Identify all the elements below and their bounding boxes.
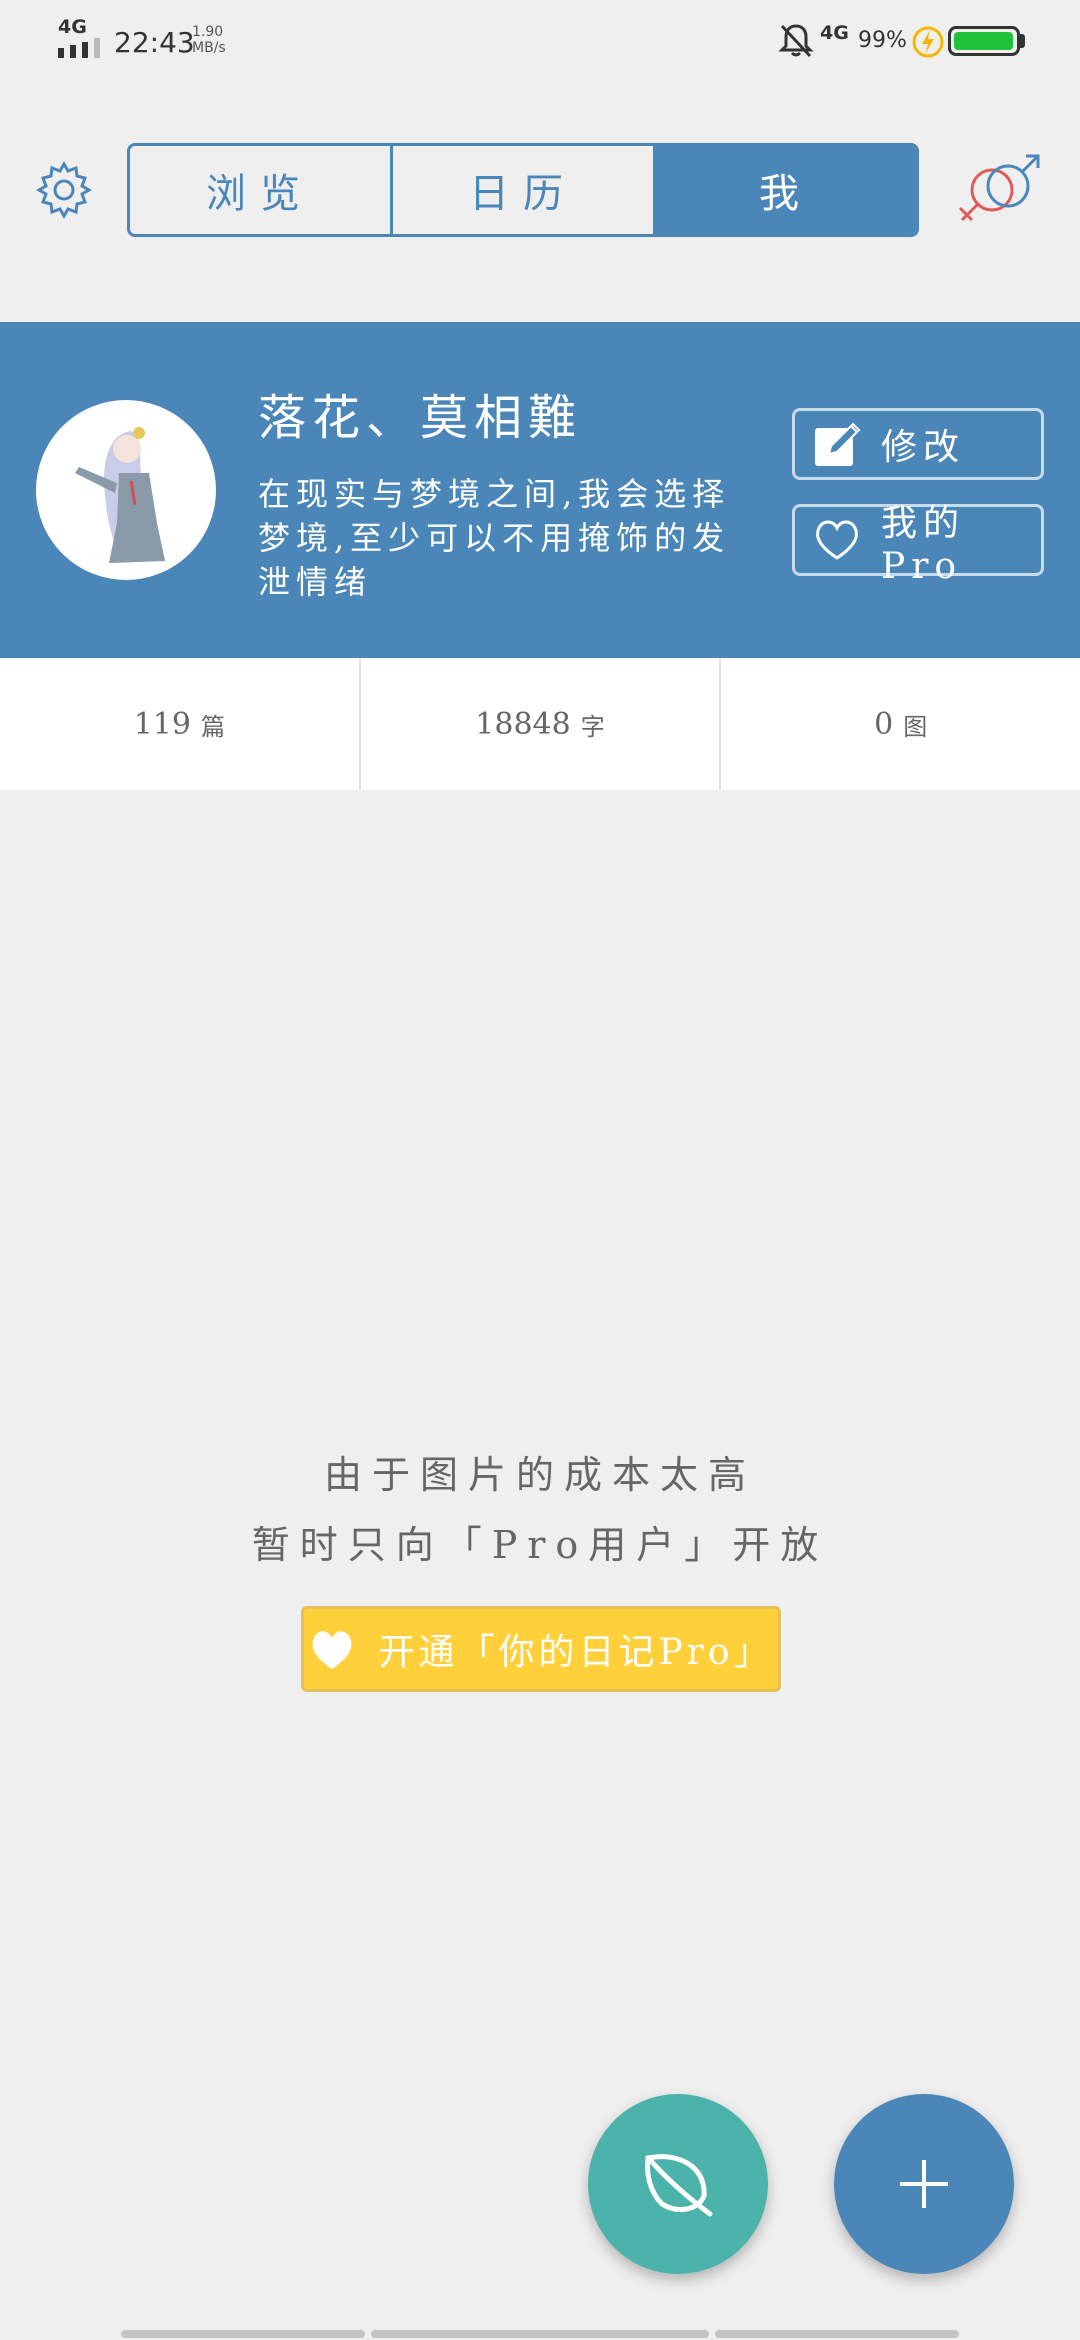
network-speed: 1.90 MB/s [192, 24, 242, 56]
stat-entries-value: 119 [133, 706, 191, 742]
avatar-illustration [39, 403, 213, 577]
battery-cap [1020, 34, 1025, 48]
battery-percent: 99% [858, 28, 907, 53]
gesture-bar-right[interactable] [715, 2330, 959, 2338]
gesture-bar-center[interactable] [371, 2330, 709, 2338]
plus-icon [900, 2160, 948, 2208]
tab-browse[interactable]: 浏览 [130, 146, 390, 234]
empty-message-line2: 暂时只向「Pro用户」开放 [251, 1523, 829, 1567]
network-type-secondary: 4G [820, 22, 849, 44]
charging-icon [912, 26, 944, 58]
signal-icon [58, 38, 100, 58]
add-button[interactable] [834, 2094, 1014, 2274]
stat-entries[interactable]: 119 篇 [0, 658, 359, 790]
leaf-icon [645, 2154, 713, 2217]
main-tabs: 浏览 日历 我 [127, 143, 919, 237]
battery-icon [948, 26, 1020, 56]
my-pro-button[interactable]: 我的Pro [792, 503, 1044, 587]
stats-bar: 119 篇 18848 字 0 图 [0, 658, 1080, 790]
my-pro-label: 我的Pro [881, 502, 966, 587]
stat-images[interactable]: 0 图 [719, 658, 1080, 790]
open-pro-label: 开通「你的日记Pro」 [378, 1632, 774, 1673]
tab-me[interactable]: 我 [653, 146, 916, 234]
tab-calendar[interactable]: 日历 [390, 146, 653, 234]
bell-muted-icon [778, 24, 814, 58]
network-type: 4G [58, 16, 87, 38]
bio: 在现实与梦境之间,我会选择梦境,至少可以不用掩饰的发泄情绪 [258, 475, 731, 601]
gesture-bar-left[interactable] [121, 2330, 365, 2338]
battery-fill [954, 32, 1014, 50]
gear-icon[interactable] [34, 160, 94, 220]
open-pro-button[interactable]: 开通「你的日记Pro」 [301, 1606, 781, 1692]
edit-label: 修改 [881, 427, 966, 468]
edit-profile-button[interactable]: 修改 [792, 408, 1044, 480]
stat-words-value: 18848 [475, 706, 571, 742]
stat-words[interactable]: 18848 字 [358, 658, 720, 790]
stat-images-unit: 图 [903, 712, 928, 741]
edit-icon [815, 422, 861, 466]
speed-value: 1.90 [192, 24, 224, 40]
gender-icon[interactable] [952, 150, 1048, 230]
empty-message-line1: 由于图片的成本太高 [323, 1453, 756, 1497]
username: 落花、莫相難 [258, 390, 583, 446]
heart-icon [313, 1631, 352, 1669]
avatar[interactable] [36, 400, 216, 580]
clock: 22:43 [114, 26, 195, 59]
heart-outline-icon [816, 520, 858, 560]
status-bar: 4G 22:43 1.90 MB/s 4G 99% [0, 0, 1080, 80]
stat-words-unit: 字 [580, 712, 605, 741]
profile-header: 落花、莫相難 在现实与梦境之间,我会选择梦境,至少可以不用掩饰的发泄情绪 修改 … [0, 322, 1080, 658]
stat-images-value: 0 [874, 706, 894, 742]
speed-unit: MB/s [192, 40, 226, 56]
write-diary-button[interactable] [588, 2094, 768, 2274]
stat-entries-unit: 篇 [200, 712, 225, 741]
